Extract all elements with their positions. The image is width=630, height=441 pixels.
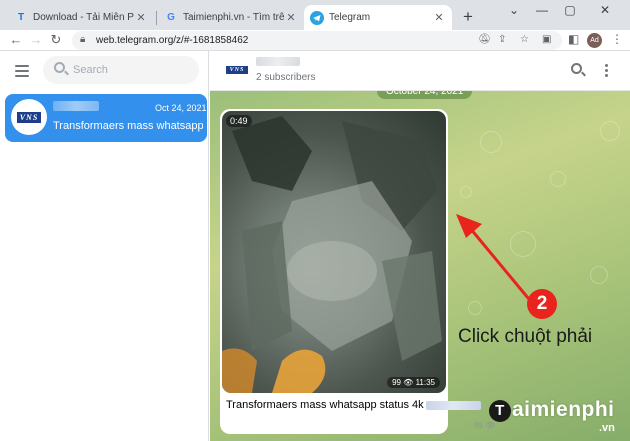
- menu-icon[interactable]: [15, 65, 29, 80]
- video-message-bubble[interactable]: 0:49 99 👁 11:35 Transformaers mass whats…: [220, 109, 481, 434]
- chat-header[interactable]: VNS 2 subscribers: [210, 51, 630, 91]
- search-box[interactable]: [43, 56, 199, 84]
- taimienphi-favicon-icon: T: [17, 12, 25, 23]
- video-frame-illustration: [222, 116, 442, 393]
- pattern-doodle: [480, 131, 502, 153]
- browser-menu-icon[interactable]: ⋮: [611, 32, 623, 46]
- subscriber-count: 2 subscribers: [256, 72, 316, 83]
- new-tab-button[interactable]: +: [458, 7, 478, 27]
- tab-title: Telegram: [329, 12, 371, 23]
- search-icon: [54, 62, 65, 73]
- search-icon[interactable]: [571, 63, 582, 74]
- chat-preview: Transformaers mass whatsapp status 4k: [53, 120, 203, 132]
- watermark-suffix: .vn: [599, 422, 615, 434]
- search-input[interactable]: [73, 56, 193, 84]
- pattern-doodle: [590, 266, 608, 284]
- window-close-icon[interactable]: ✕: [596, 3, 614, 17]
- browser-tab-telegram[interactable]: Telegram ✕: [304, 5, 452, 30]
- pattern-doodle: [510, 231, 536, 257]
- taimienphi-logo-icon: T: [489, 400, 511, 422]
- message-caption: Transformaers mass whatsapp status 4k: [226, 399, 481, 411]
- more-options-icon[interactable]: [605, 64, 608, 79]
- date-separator: October 24, 2021: [377, 91, 473, 99]
- reload-icon[interactable]: ↻: [48, 31, 64, 49]
- chat-list-item[interactable]: VNS Oct 24, 2021 Transformaers mass what…: [5, 94, 207, 142]
- back-arrow-icon[interactable]: ←: [8, 31, 24, 49]
- header-avatar[interactable]: VNS: [226, 66, 248, 74]
- star-icon[interactable]: ☆: [520, 34, 529, 45]
- message-views: 99 👁: [474, 421, 496, 430]
- taimienphi-watermark: Taimienphi: [489, 398, 615, 422]
- google-favicon-icon: G: [167, 12, 175, 23]
- close-icon[interactable]: ✕: [134, 11, 148, 24]
- vns-logo: VNS: [226, 66, 248, 74]
- tab-divider: [156, 11, 157, 25]
- pattern-doodle: [460, 186, 472, 198]
- minimize-icon[interactable]: —: [533, 3, 551, 17]
- watermark-text: aimienphi: [512, 398, 615, 421]
- telegram-icon: [310, 10, 324, 25]
- share-icon[interactable]: ⇪: [498, 34, 506, 45]
- video-duration: 0:49: [226, 115, 252, 127]
- close-icon[interactable]: ✕: [284, 11, 298, 24]
- blurred-channel-title: [256, 57, 300, 66]
- chat-background: October 24, 2021 0:49 99 👁 11:35 Transfo…: [210, 91, 630, 441]
- url-text[interactable]: web.telegram.org/z/#-1681858462: [96, 35, 248, 46]
- conversation-panel: VNS 2 subscribers October 24, 2021 0:49 …: [210, 51, 630, 441]
- pattern-doodle: [600, 121, 620, 141]
- pattern-doodle: [550, 171, 566, 187]
- blurred-caption-end: [425, 400, 481, 410]
- browser-toolbar: ← → ↻ 🔒︎ web.telegram.org/z/#-1681858462…: [0, 30, 630, 51]
- tab-search-chevron-icon[interactable]: ⌄: [505, 3, 523, 17]
- step-instruction: Click chuột phải: [458, 326, 593, 347]
- notifications-blocked-icon[interactable]: 🔕︎: [478, 34, 491, 45]
- vns-logo: VNS: [17, 111, 41, 123]
- pattern-doodle: [468, 301, 482, 315]
- forward-arrow-icon[interactable]: →: [28, 31, 44, 49]
- browser-tab-download[interactable]: T Download - Tải Miễn Phí VN - P ✕: [8, 5, 154, 30]
- channel-avatar: VNS: [11, 99, 47, 135]
- tab-title: Taimienphi.vn - Tìm trên Google: [183, 12, 284, 23]
- lock-icon[interactable]: 🔒︎: [80, 34, 85, 45]
- extension-icon[interactable]: ▣: [542, 34, 551, 45]
- caption-text: Transformaers mass whatsapp status 4k: [226, 399, 424, 411]
- maximize-icon[interactable]: ▢: [561, 3, 579, 17]
- step-number-badge: 2: [527, 289, 557, 319]
- address-bar[interactable]: 🔒︎ web.telegram.org/z/#-1681858462 🔕︎ ⇪ …: [72, 31, 562, 50]
- chat-date: Oct 24, 2021: [155, 103, 207, 113]
- blurred-channel-name: [53, 101, 99, 111]
- chat-list-panel: VNS Oct 24, 2021 Transformaers mass what…: [0, 51, 209, 441]
- close-icon[interactable]: ✕: [432, 11, 446, 24]
- video-thumbnail[interactable]: 0:49 99 👁 11:35: [222, 111, 446, 393]
- side-panel-icon[interactable]: ◧: [568, 32, 579, 46]
- browser-tab-google[interactable]: G Taimienphi.vn - Tìm trên Google ✕: [158, 5, 304, 30]
- profile-avatar[interactable]: Ad: [587, 33, 602, 48]
- tab-title: Download - Tải Miễn Phí VN - P: [33, 12, 134, 23]
- view-count-time: 99 👁 11:35: [387, 377, 440, 388]
- browser-tab-strip: T Download - Tải Miễn Phí VN - P ✕ G Tai…: [0, 0, 630, 30]
